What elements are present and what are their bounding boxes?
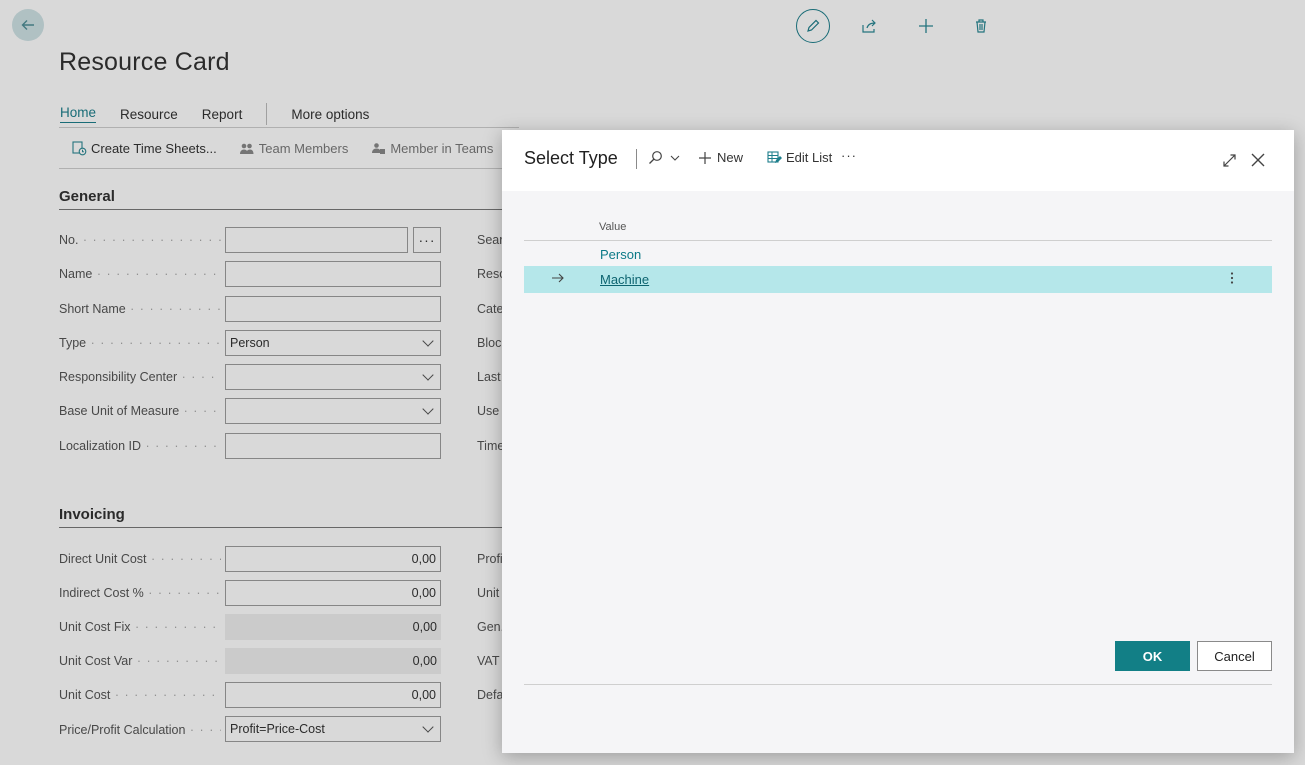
close-icon (1251, 153, 1265, 167)
chevron-down-icon (670, 155, 680, 161)
ok-button[interactable]: OK (1115, 641, 1190, 671)
row-value-person[interactable]: Person (600, 247, 641, 262)
new-entry-button[interactable]: New (698, 150, 743, 165)
dialog-title: Select Type (524, 148, 618, 168)
footer-line (524, 684, 1272, 685)
new-entry-label: New (717, 150, 744, 165)
dialog-header: Select Type New Edit List ··· (502, 130, 1294, 191)
header-divider (636, 149, 637, 169)
cancel-button[interactable]: Cancel (1197, 641, 1272, 671)
expand-button[interactable] (1219, 150, 1239, 170)
edit-list-button[interactable]: Edit List (767, 150, 832, 165)
search-icon (649, 151, 662, 164)
edit-list-label: Edit List (786, 150, 833, 165)
arrow-right-icon (551, 271, 565, 288)
list-row-person[interactable]: Person (524, 241, 1272, 268)
plus-icon (699, 151, 711, 164)
edit-list-icon (767, 151, 782, 163)
select-type-dialog: Select Type New Edit List ··· Value Pers… (502, 130, 1294, 753)
search-button[interactable] (648, 150, 681, 165)
expand-icon (1222, 153, 1236, 167)
row-actions-icon[interactable] (1230, 271, 1234, 288)
list-row-machine[interactable]: Machine (524, 266, 1272, 293)
close-button[interactable] (1248, 150, 1268, 170)
value-column-header[interactable]: Value (599, 221, 626, 233)
row-value-machine[interactable]: Machine (600, 272, 649, 287)
more-actions-button[interactable]: ··· (841, 148, 857, 163)
